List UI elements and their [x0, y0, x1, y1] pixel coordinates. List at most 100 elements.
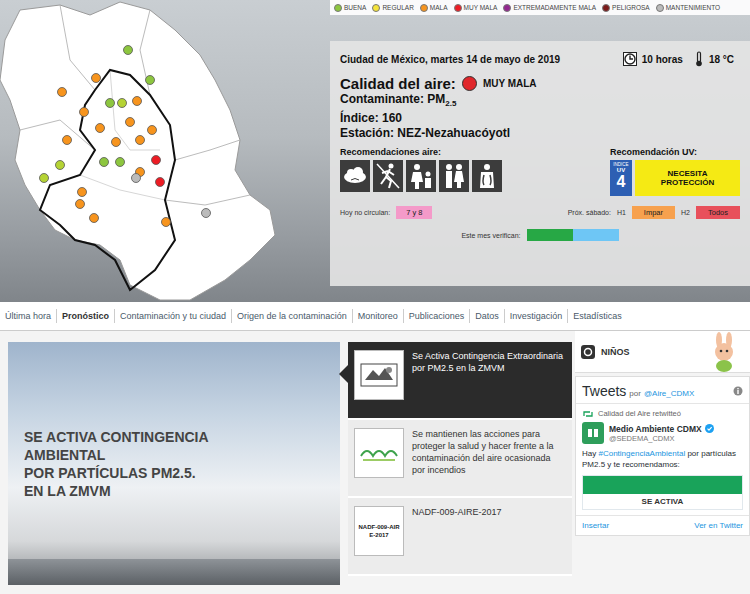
station-pin[interactable] [78, 188, 87, 197]
legend-dot [503, 4, 511, 12]
air-quality-panel: Ciudad de México, martes 14 de mayo de 2… [330, 41, 750, 286]
news-list: Se Activa Contingencia Extraordinaria po… [348, 342, 572, 594]
station-pin[interactable] [118, 99, 127, 108]
station-pin[interactable] [106, 99, 115, 108]
respiratory-icon [472, 160, 502, 192]
avatar-icon[interactable] [582, 422, 604, 444]
station-pin[interactable] [202, 209, 211, 218]
kids-link[interactable]: NIÑOS [575, 331, 750, 373]
quality-dot [462, 76, 477, 91]
tweet-card-text: SE ACTIVA [583, 494, 742, 509]
news-title: Se mantienen las acciones para proteger … [412, 428, 566, 476]
contingencia-logo-icon [359, 360, 399, 390]
info-icon[interactable] [733, 386, 743, 396]
news-item[interactable]: NADF-009-AIRE-2017 NADF-009-AIRE-2017 [348, 498, 572, 576]
legend: BUENA REGULAR MALA MUY MALA EXTREMADAMENTE M… [330, 0, 750, 15]
map[interactable] [0, 0, 330, 302]
station-pin[interactable] [156, 178, 165, 187]
legend-dot [656, 4, 664, 12]
legend-dot [420, 4, 428, 12]
hero: BUENA REGULAR MALA MUY MALA EXTREMADAMENTE M… [0, 0, 750, 302]
station-pin[interactable] [148, 126, 157, 135]
station-pin[interactable] [162, 218, 171, 227]
station-pin[interactable] [80, 108, 89, 117]
tweets-handle[interactable]: @Aire_CDMX [644, 389, 694, 398]
tweet-text: Hay #ContingenciaAmbiental por partícula… [582, 448, 743, 470]
legend-item: MUY MALA [454, 4, 498, 12]
city-skyline [8, 559, 340, 585]
station-pin[interactable] [92, 74, 101, 83]
news-item[interactable]: Se Activa Contingencia Extraordinaria po… [348, 342, 572, 420]
date: Ciudad de México, martes 14 de mayo de 2… [340, 54, 618, 65]
station-pin[interactable] [100, 158, 109, 167]
news-title: Se Activa Contingencia Extraordinaria po… [412, 350, 566, 374]
tweet-card[interactable]: SE ACTIVA [582, 475, 743, 510]
twitter-widget: Tweetspor@Aire_CDMXCalidad del Aire retw… [575, 376, 750, 536]
station-pin[interactable] [76, 200, 85, 209]
news-thumbnail [354, 428, 404, 478]
h2-label: H2 [681, 209, 690, 216]
quality-value: MUY MALA [483, 78, 537, 89]
legend-dot [372, 4, 380, 12]
author-name[interactable]: Medio Ambiente CDMX [609, 424, 702, 434]
station-pin[interactable] [90, 214, 99, 223]
news-item[interactable]: Se mantienen las acciones para proteger … [348, 420, 572, 498]
news-title: NADF-009-AIRE-2017 [412, 506, 502, 518]
cdmx-boundary [40, 70, 175, 290]
station-pin[interactable] [124, 46, 133, 55]
nav-item[interactable]: Monitoreo [353, 309, 404, 323]
no-circulan-value: 7 y 8 [396, 206, 432, 219]
kids-label: NIÑOS [601, 347, 698, 357]
rec-air-label: Recomendaciones aire: [340, 147, 502, 157]
nav-item[interactable]: Contaminación y tu ciudad [115, 309, 232, 323]
nav-item[interactable]: Datos [470, 309, 505, 323]
nav-item[interactable]: Última hora [0, 309, 57, 323]
retweet-label: Calidad del Aire retwitteó [598, 409, 681, 418]
retweet-icon [582, 410, 594, 418]
station-pin[interactable] [112, 138, 121, 147]
station: Estación: NEZ-Nezahuacóyotl [340, 126, 740, 141]
map-svg[interactable] [0, 0, 330, 302]
station-pin[interactable] [58, 88, 67, 97]
station-pin[interactable] [126, 118, 135, 127]
twitter-footer-link[interactable]: Ver en Twitter [694, 521, 743, 530]
nav-item[interactable]: Pronóstico [57, 309, 115, 323]
verifican-label: Este mes verifican: [461, 232, 520, 239]
station-pin[interactable] [96, 124, 105, 133]
station-pin[interactable] [133, 97, 142, 106]
legend-item: EXTREMADAMENTE MALA [503, 4, 596, 12]
legend-item: BUENA [334, 4, 366, 12]
no-circulan-label: Hoy no circulan: [340, 209, 390, 216]
banner-slide[interactable]: SE ACTIVA CONTINGENCIAAMBIENTALPOR PARTÍ… [8, 342, 340, 585]
legend-item: MALA [420, 4, 448, 12]
nav-item[interactable]: Origen de la contaminación [232, 309, 353, 323]
twitter-footer-link[interactable]: Insertar [582, 521, 609, 530]
legend-item: MANTENIMIENTO [656, 4, 720, 12]
station-pin[interactable] [152, 156, 161, 165]
clock-icon [623, 52, 637, 66]
station-pin[interactable] [40, 174, 49, 183]
quality-label: Calidad del aire: [340, 75, 456, 92]
station-pin[interactable] [116, 158, 125, 167]
station-pin[interactable] [136, 136, 145, 145]
station-pin[interactable] [132, 174, 141, 183]
station-pin[interactable] [56, 161, 65, 170]
verifican-color [573, 229, 619, 241]
nav-item[interactable]: Investigación [505, 309, 569, 323]
legend-dot [454, 4, 462, 12]
news-thumbnail: NADF-009-AIRE-2017 [354, 506, 404, 556]
sad-cloud-icon [340, 160, 370, 192]
legend-item: REGULAR [372, 4, 413, 12]
uv-recommendation: NECESITA PROTECCIÓN [635, 160, 740, 196]
map-region [0, 2, 275, 300]
nav-item[interactable]: Publicaciones [404, 309, 471, 323]
contaminant: Contaminante: PM2.5 [340, 92, 740, 111]
nav-item[interactable]: Estadísticas [568, 309, 627, 323]
author-handle[interactable]: @SEDEMA_CDMX [609, 434, 714, 443]
tweets-by: por [629, 389, 641, 398]
verified-icon [705, 424, 714, 433]
station-pin[interactable] [63, 136, 72, 145]
station-pin[interactable] [146, 76, 155, 85]
temperature: 18 °C [709, 54, 734, 65]
sabado-label: Próx. sábado: [568, 209, 611, 216]
